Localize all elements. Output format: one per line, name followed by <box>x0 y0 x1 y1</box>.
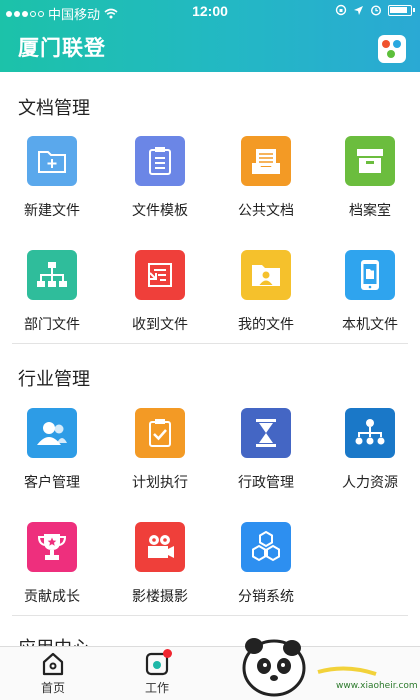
page-title: 厦门联登 <box>18 37 106 60</box>
tile-plan-execution[interactable]: 计划执行 <box>110 408 210 492</box>
tile-label: 公共文档 <box>238 202 294 218</box>
checklist-icon <box>135 408 185 458</box>
tab-home-label: 首页 <box>40 681 65 695</box>
rotation-lock-icon <box>335 4 347 16</box>
hourglass-icon <box>241 408 291 458</box>
tile-admin-management[interactable]: 行政管理 <box>216 408 316 492</box>
org-tree-icon <box>27 250 77 300</box>
alarm-icon <box>370 5 382 16</box>
app-switcher-button[interactable] <box>378 35 406 63</box>
archive-box-icon <box>345 136 395 186</box>
tile-label: 新建文件 <box>24 202 80 218</box>
section-divider <box>12 615 408 616</box>
section-title-industry: 行业管理 <box>18 369 90 389</box>
clipboard-icon <box>135 136 185 186</box>
tab-work-label: 工作 <box>144 681 169 695</box>
tab-home[interactable]: 首页 <box>23 651 83 696</box>
watermark-logo: www.xiaoheir.com <box>226 628 420 700</box>
tile-customer-management[interactable]: 客户管理 <box>2 408 102 492</box>
tile-human-resources[interactable]: 人力资源 <box>320 408 420 492</box>
tile-label: 我的文件 <box>238 316 294 332</box>
tile-my-files[interactable]: 我的文件 <box>216 250 316 334</box>
section-title-app-center: 应用中心 <box>18 634 90 646</box>
tile-received-files[interactable]: 收到文件 <box>110 250 210 334</box>
tile-file-template[interactable]: 文件模板 <box>110 136 210 220</box>
trophy-icon <box>27 522 77 572</box>
camera-icon <box>135 522 185 572</box>
tile-department-files[interactable]: 部门文件 <box>2 250 102 334</box>
tile-label: 档案室 <box>349 202 391 218</box>
tile-local-files[interactable]: 本机文件 <box>320 250 420 334</box>
tile-label: 分销系统 <box>238 588 294 604</box>
tile-label: 部门文件 <box>24 316 80 332</box>
svg-text:www.xiaoheir.com: www.xiaoheir.com <box>336 681 418 691</box>
tile-new-file[interactable]: 新建文件 <box>2 136 102 220</box>
tile-label: 计划执行 <box>132 474 188 490</box>
tile-contribution-growth[interactable]: 贡献成长 <box>2 522 102 606</box>
tile-label: 本机文件 <box>342 316 398 332</box>
folder-add-icon <box>27 136 77 186</box>
location-icon <box>354 5 363 15</box>
document-tray-icon <box>241 136 291 186</box>
inbox-icon <box>135 250 185 300</box>
section-divider <box>12 343 408 344</box>
phone-file-icon <box>345 250 395 300</box>
tile-public-docs[interactable]: 公共文档 <box>216 136 316 220</box>
tile-studio-photography[interactable]: 影楼摄影 <box>110 522 210 606</box>
status-bar: 中国移动 12:00 <box>0 0 420 24</box>
battery-icon <box>388 4 415 16</box>
tile-label: 客户管理 <box>24 474 80 490</box>
home-icon <box>40 651 66 677</box>
hierarchy-icon <box>345 408 395 458</box>
tile-label: 文件模板 <box>132 202 188 218</box>
tile-label: 人力资源 <box>342 474 398 490</box>
tile-archive[interactable]: 档案室 <box>320 136 420 220</box>
tab-work[interactable]: 工作 <box>127 649 187 696</box>
app-header: 中国移动 12:00 厦门联登 <box>0 0 420 72</box>
tile-label: 贡献成长 <box>24 588 80 604</box>
hexagons-icon <box>241 522 291 572</box>
tile-distribution-system[interactable]: 分销系统 <box>216 522 316 606</box>
user-folder-icon <box>241 250 291 300</box>
tile-label: 行政管理 <box>238 474 294 490</box>
work-icon <box>144 649 172 677</box>
customers-icon <box>27 408 77 458</box>
tile-label: 收到文件 <box>132 316 188 332</box>
section-title-document: 文档管理 <box>18 98 90 118</box>
notification-badge <box>163 649 172 658</box>
main-content: 文档管理 新建文件 文件模板 公共文档 档案室 部门文件 收到文件 我的文件 本… <box>0 72 420 646</box>
tile-label: 影楼摄影 <box>132 588 188 604</box>
